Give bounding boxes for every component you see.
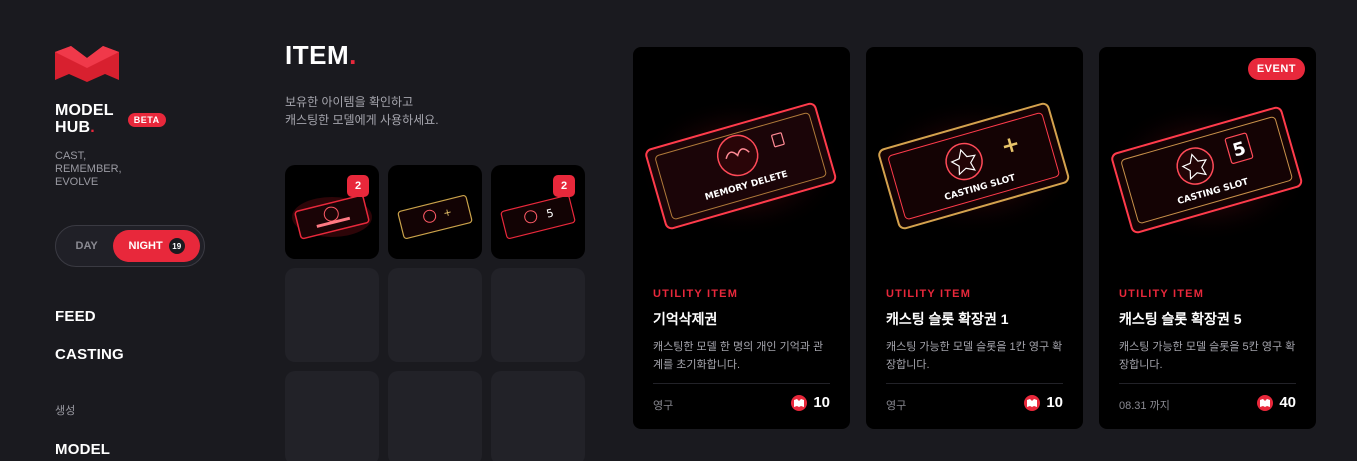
brand-name: MODEL HUB.: [55, 102, 114, 136]
item-price[interactable]: 40: [1257, 394, 1296, 411]
day-option[interactable]: DAY: [60, 240, 113, 252]
item-price[interactable]: 10: [1024, 394, 1063, 411]
item-category: UTILITY ITEM: [1119, 288, 1205, 300]
inventory-slot-empty[interactable]: [491, 268, 585, 362]
inventory-slot[interactable]: 2: [285, 165, 379, 259]
item-card[interactable]: + CASTING SLOT UTILITY ITEM 캐스팅 슬롯 확장권 1…: [866, 47, 1083, 429]
casting-slot-5-ticket-icon: 5 CASTING SLOT: [1102, 99, 1312, 243]
inventory-slot-empty[interactable]: [285, 268, 379, 362]
item-description: 캐스팅 가능한 모델 슬롯을 5칸 영구 확장합니다.: [1119, 341, 1296, 371]
inventory-slot-empty[interactable]: [285, 371, 379, 461]
item-category: UTILITY ITEM: [653, 288, 739, 300]
inventory-slot-empty[interactable]: [388, 371, 482, 461]
divider: [886, 383, 1063, 384]
item-description: 캐스팅 가능한 모델 슬롯을 1칸 영구 확장합니다.: [886, 341, 1063, 371]
item-panel: ITEM. 보유한 아이템을 확인하고 캐스팅한 모델에게 사용하세요. 2 +…: [285, 40, 595, 461]
model-hub-logo-icon[interactable]: [55, 46, 119, 82]
item-count-badge: 2: [347, 175, 369, 197]
inventory-slot[interactable]: 5 2: [491, 165, 585, 259]
brand-line2: HUB: [55, 119, 91, 136]
page-description: 보유한 아이템을 확인하고 캐스팅한 모델에게 사용하세요.: [285, 95, 439, 127]
age-19-badge: 19: [168, 238, 185, 254]
item-period: 영구: [886, 400, 907, 412]
casting-slot-plus-ticket-icon: + CASTING SLOT: [869, 97, 1079, 237]
event-badge: EVENT: [1247, 58, 1305, 80]
nav-section-label: 생성: [55, 405, 76, 417]
item-name: 캐스팅 슬롯 확장권 5: [1119, 311, 1242, 327]
night-option[interactable]: NIGHT 19: [113, 230, 200, 262]
coin-icon: [1257, 394, 1274, 411]
item-description: 캐스팅한 모델 한 명의 개인 기억과 관계를 초기화합니다.: [653, 341, 824, 371]
coin-icon: [791, 394, 808, 411]
item-card-list: MEMORY DELETE UTILITY ITEM 기억삭제권 캐스팅한 모델…: [633, 47, 1316, 429]
inventory-grid: 2 + 5 2: [285, 165, 585, 461]
brand-line1: MODEL: [55, 102, 114, 119]
inventory-slot-empty[interactable]: [491, 371, 585, 461]
inventory-slot[interactable]: +: [388, 165, 482, 259]
day-night-toggle[interactable]: DAY NIGHT 19: [55, 225, 205, 267]
nav-model[interactable]: MODEL: [55, 441, 110, 458]
item-count-badge: 2: [553, 175, 575, 197]
casting-slot-plus-ticket-icon: +: [397, 194, 473, 240]
brand-dot: .: [90, 119, 95, 136]
price-value: 10: [1046, 394, 1063, 411]
sidebar: MODEL HUB. BETA CAST, REMEMBER, EVOLVE D…: [55, 46, 235, 458]
nav-feed[interactable]: FEED: [55, 308, 96, 325]
item-name: 기억삭제권: [653, 311, 718, 327]
divider: [653, 383, 830, 384]
night-label: NIGHT: [128, 240, 163, 252]
page-title: ITEM.: [285, 40, 357, 70]
item-card[interactable]: 5 CASTING SLOT EVENT UTILITY ITEM 캐스팅 슬롯…: [1099, 47, 1316, 429]
item-price[interactable]: 10: [791, 394, 830, 411]
coin-icon: [1024, 394, 1041, 411]
item-period: 영구: [653, 400, 674, 412]
price-value: 40: [1279, 394, 1296, 411]
beta-badge: BETA: [127, 113, 166, 127]
item-name: 캐스팅 슬롯 확장권 1: [886, 311, 1009, 327]
price-value: 10: [813, 394, 830, 411]
inventory-slot-empty[interactable]: [388, 268, 482, 362]
divider: [1119, 383, 1296, 384]
memory-delete-ticket-icon: MEMORY DELETE: [636, 97, 846, 237]
item-period: 08.31 까지: [1119, 400, 1170, 412]
nav-casting[interactable]: CASTING: [55, 346, 124, 363]
item-category: UTILITY ITEM: [886, 288, 972, 300]
brand: MODEL HUB. BETA: [55, 102, 235, 136]
tagline: CAST, REMEMBER, EVOLVE: [55, 150, 122, 188]
item-card[interactable]: MEMORY DELETE UTILITY ITEM 기억삭제권 캐스팅한 모델…: [633, 47, 850, 429]
